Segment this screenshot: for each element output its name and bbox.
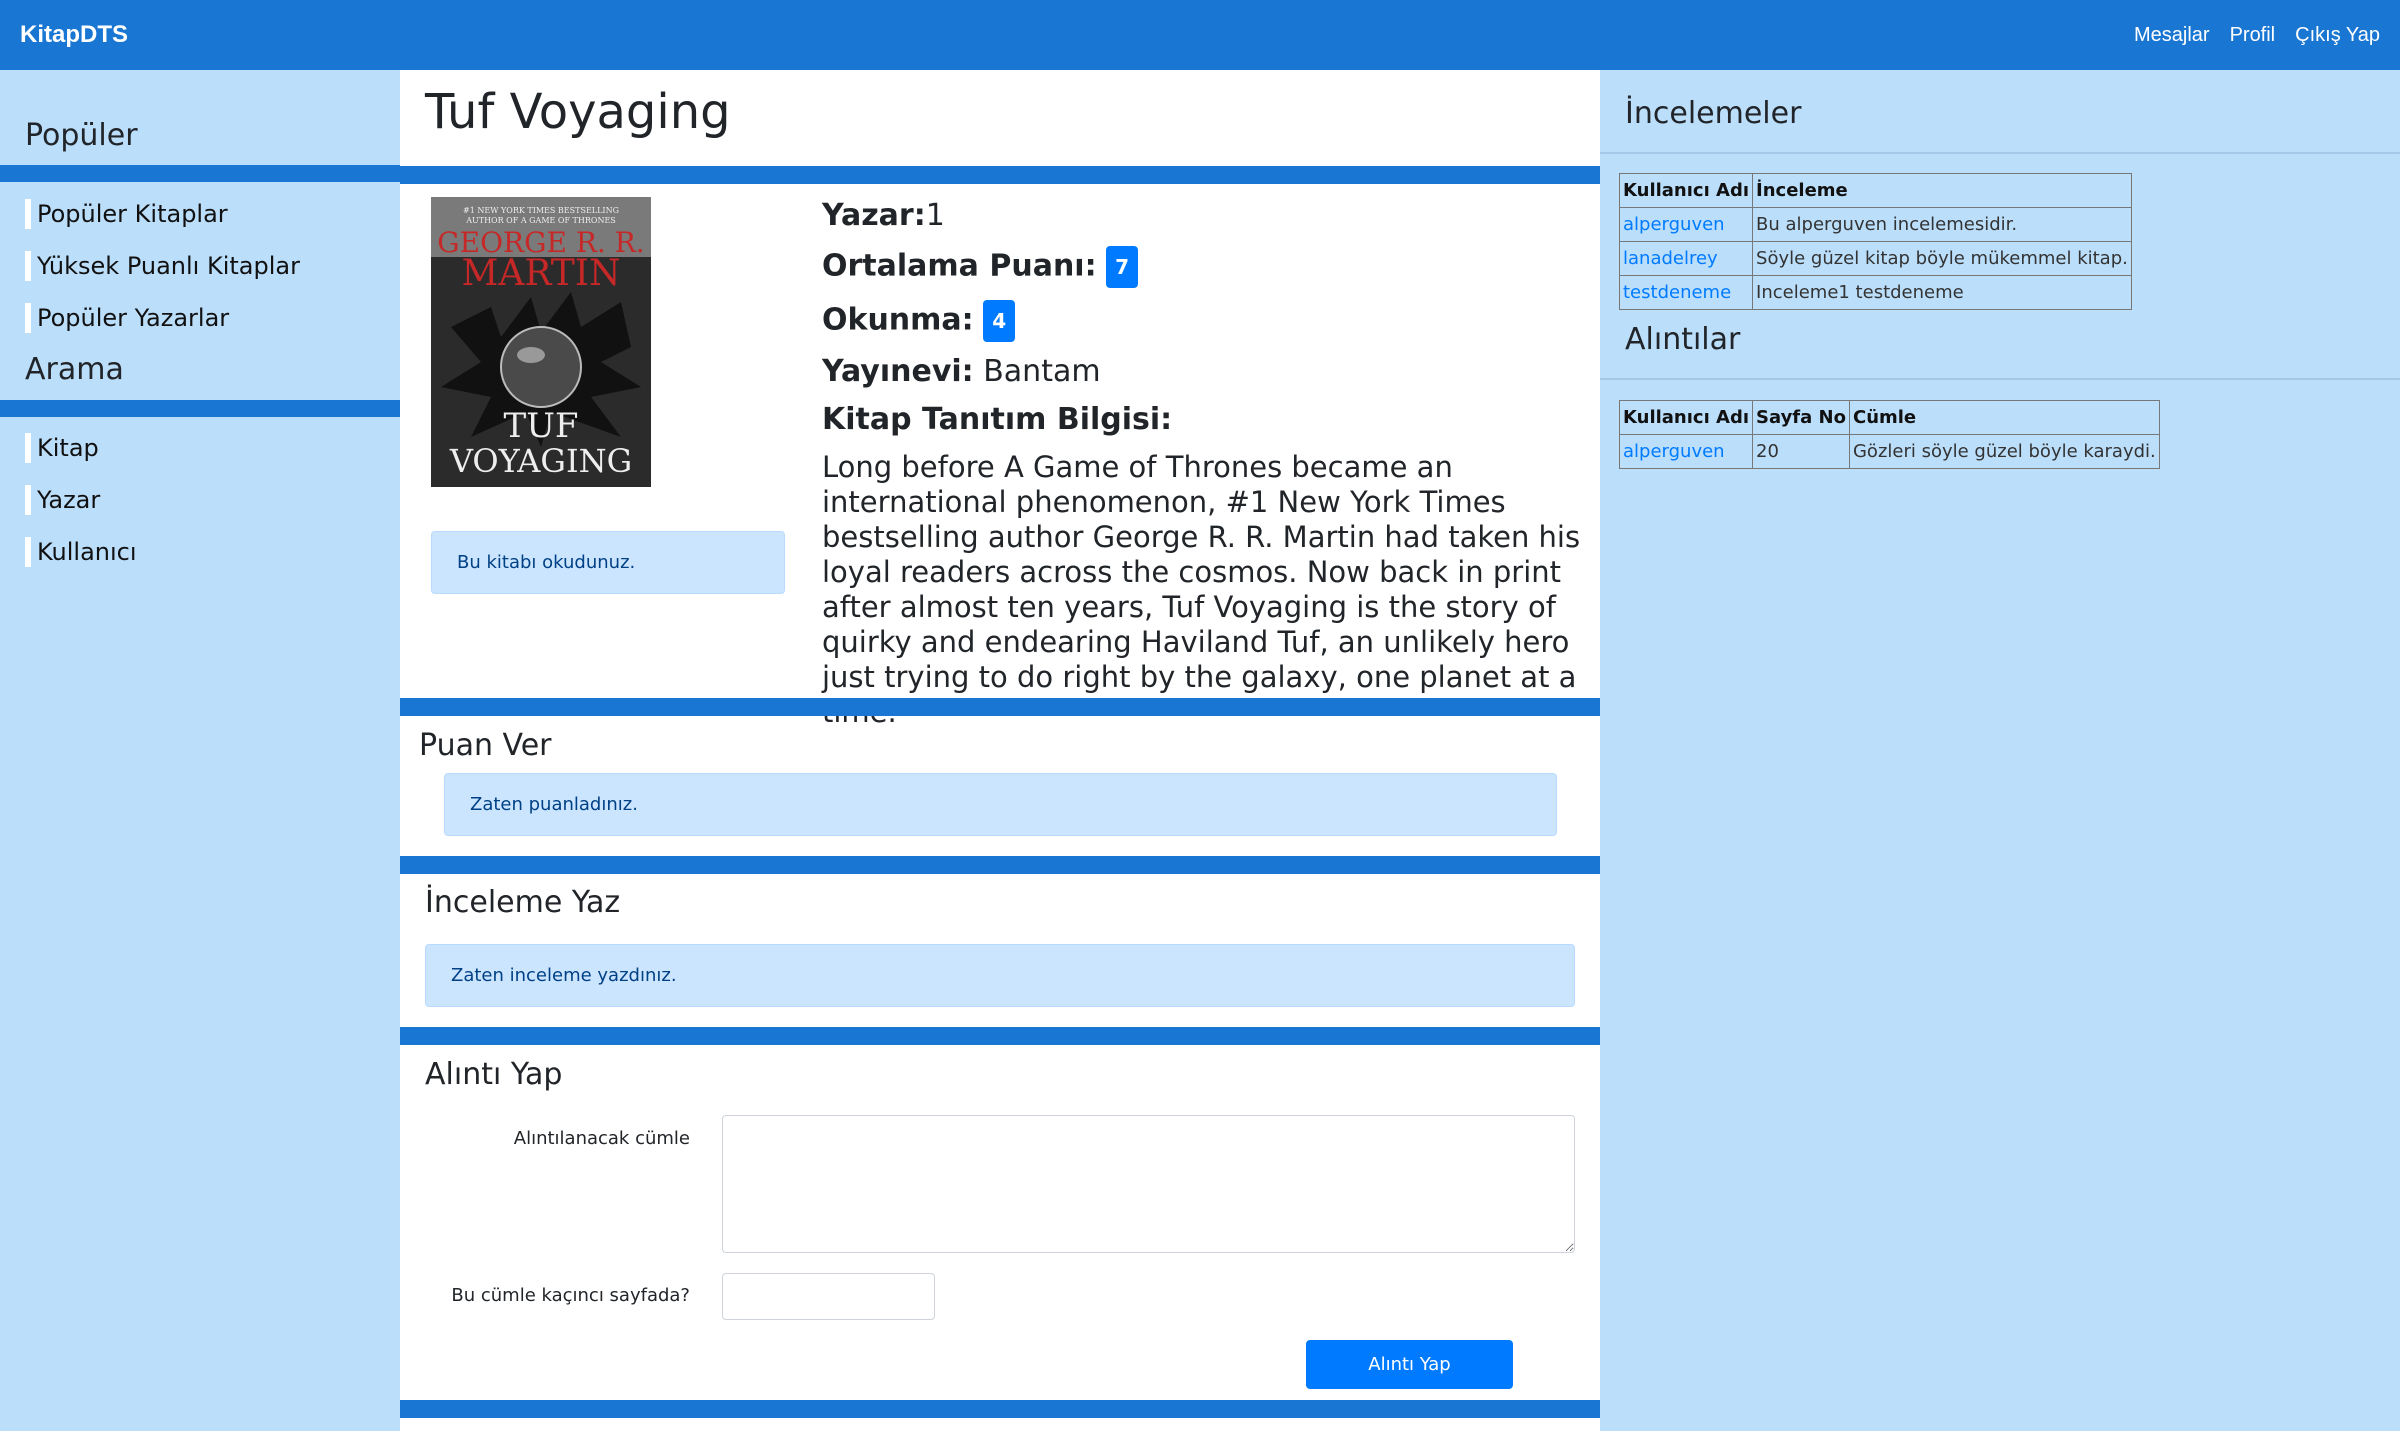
column-header: Sayfa No — [1752, 400, 1850, 435]
table-row: lanadelrey Söyle güzel kitap böyle mükem… — [1618, 241, 2132, 276]
rating-label: Ortalama Puanı: — [822, 248, 1097, 284]
sidebar-item-search-book[interactable]: Kitap — [0, 422, 400, 474]
section-divider — [400, 698, 1600, 716]
column-header: Cümle — [1848, 400, 2160, 435]
item-marker — [25, 199, 31, 229]
column-header: Kullanıcı Adı — [1618, 173, 1754, 208]
read-count-row: Okunma: 4 — [822, 300, 1582, 342]
section-divider — [400, 1400, 1600, 1418]
search-heading: Arama — [25, 352, 124, 387]
heading-divider — [1600, 378, 2400, 380]
navbar: KitapDTS Mesajlar Profil Çıkış Yap — [0, 0, 2400, 70]
page-number-cell: 20 — [1752, 434, 1850, 469]
svg-text:TUF: TUF — [504, 406, 579, 446]
sidebar-item-label: Kitap — [37, 434, 99, 462]
book-cover-image: #1 NEW YORK TIMES BESTSELLING AUTHOR OF … — [431, 197, 651, 487]
sidebar-item-search-author[interactable]: Yazar — [0, 474, 400, 526]
item-marker — [25, 485, 31, 515]
section-divider — [400, 1027, 1600, 1045]
svg-text:MARTIN: MARTIN — [461, 253, 620, 294]
page-number-label: Bu cümle kaçıncı sayfada? — [451, 1285, 690, 1306]
sidebar: Popüler Popüler Kitaplar Yüksek Puanlı K… — [0, 70, 400, 1431]
rate-heading: Puan Ver — [419, 728, 552, 763]
sidebar-item-search-user[interactable]: Kullanıcı — [0, 526, 400, 578]
review-text: Söyle güzel kitap böyle mükemmel kitap. — [1752, 241, 2132, 276]
book-description: Long before A Game of Thrones became an … — [822, 450, 1581, 729]
table-row: alperguven Bu alperguven incelemesidir. — [1618, 207, 2132, 242]
page-number-input[interactable] — [722, 1273, 935, 1320]
sidebar-item-popular-books[interactable]: Popüler Kitaplar — [0, 188, 400, 240]
rating-badge: 7 — [1106, 246, 1139, 288]
page-title: Tuf Voyaging — [425, 84, 731, 140]
column-header: İnceleme — [1752, 173, 2132, 208]
table-row: alperguven 20 Gözleri söyle güzel böyle … — [1618, 434, 2160, 469]
nav-profile-link[interactable]: Profil — [2230, 24, 2276, 47]
table-header-row: Kullanıcı Adı Sayfa No Cümle — [1618, 400, 2160, 435]
sidebar-item-popular-authors[interactable]: Popüler Yazarlar — [0, 292, 400, 344]
brand-logo[interactable]: KitapDTS — [20, 21, 128, 49]
svg-text:VOYAGING: VOYAGING — [449, 442, 632, 480]
username-link[interactable]: alperguven — [1618, 434, 1754, 469]
sidebar-item-label: Yüksek Puanlı Kitaplar — [37, 252, 300, 280]
sidebar-item-top-rated-books[interactable]: Yüksek Puanlı Kitaplar — [0, 240, 400, 292]
item-marker — [25, 537, 31, 567]
book-info: Yazar:1 Ortalama Puanı: 7 Okunma: 4 Yayı… — [822, 198, 1582, 730]
username-link[interactable]: lanadelrey — [1618, 241, 1754, 276]
read-status-alert: Bu kitabı okudunuz. — [431, 531, 785, 594]
reviews-table: Kullanıcı Adı İnceleme alperguven Bu alp… — [1618, 173, 2132, 310]
description-label: Kitap Tanıtım Bilgisi: — [822, 402, 1173, 437]
sidebar-item-label: Kullanıcı — [37, 538, 137, 566]
nav-logout-link[interactable]: Çıkış Yap — [2295, 24, 2380, 47]
sidebar-divider — [0, 400, 400, 417]
table-header-row: Kullanıcı Adı İnceleme — [1618, 173, 2132, 208]
publisher-value: Bantam — [983, 354, 1101, 389]
quote-sentence-textarea[interactable] — [722, 1115, 1575, 1253]
write-review-alert: Zaten inceleme yazdınız. — [425, 944, 1575, 1007]
item-marker — [25, 433, 31, 463]
author-row: Yazar:1 — [822, 198, 1582, 234]
quote-heading: Alıntı Yap — [425, 1057, 563, 1092]
rate-alert: Zaten puanladınız. — [444, 773, 1557, 836]
section-divider — [400, 166, 1600, 184]
svg-text:#1 NEW YORK TIMES BESTSELLING: #1 NEW YORK TIMES BESTSELLING — [463, 206, 619, 215]
sidebar-item-label: Popüler Yazarlar — [37, 304, 230, 332]
read-count-badge: 4 — [983, 300, 1016, 342]
quote-text: Gözleri söyle güzel böyle karaydi. — [1848, 434, 2160, 469]
username-link[interactable]: alperguven — [1618, 207, 1754, 242]
quote-submit-button[interactable]: Alıntı Yap — [1306, 1340, 1513, 1389]
quotes-table: Kullanıcı Adı Sayfa No Cümle alperguven … — [1618, 400, 2160, 469]
section-divider — [400, 856, 1600, 874]
publisher-row: Yayınevi: Bantam — [822, 354, 1582, 390]
review-text: Inceleme1 testdeneme — [1752, 275, 2132, 310]
nav-messages-link[interactable]: Mesajlar — [2134, 24, 2210, 47]
reviews-heading: İncelemeler — [1625, 96, 1802, 131]
publisher-label: Yayınevi: — [822, 354, 974, 389]
quotes-heading: Alıntılar — [1625, 322, 1741, 357]
column-header: Kullanıcı Adı — [1618, 400, 1754, 435]
sidebar-item-label: Popüler Kitaplar — [37, 200, 228, 228]
read-count-label: Okunma: — [822, 302, 974, 338]
right-panel: İncelemeler Kullanıcı Adı İnceleme alper… — [1600, 70, 2400, 1431]
author-value[interactable]: 1 — [926, 198, 945, 233]
write-review-heading: İnceleme Yaz — [425, 885, 621, 920]
review-text: Bu alperguven incelemesidir. — [1752, 207, 2132, 242]
svg-text:AUTHOR OF A GAME OF THRONES: AUTHOR OF A GAME OF THRONES — [465, 216, 616, 225]
rating-row: Ortalama Puanı: 7 — [822, 246, 1582, 288]
popular-heading: Popüler — [25, 118, 138, 153]
item-marker — [25, 303, 31, 333]
table-row: testdeneme Inceleme1 testdeneme — [1618, 275, 2132, 310]
sidebar-item-label: Yazar — [37, 486, 101, 514]
heading-divider — [1600, 152, 2400, 154]
nav-links: Mesajlar Profil Çıkış Yap — [2134, 24, 2380, 47]
item-marker — [25, 251, 31, 281]
main-content: Tuf Voyaging #1 NEW YORK TIMES BESTSELLI… — [400, 70, 1600, 1431]
sidebar-divider — [0, 165, 400, 182]
quote-sentence-label: Alıntılanacak cümle — [513, 1128, 690, 1149]
username-link[interactable]: testdeneme — [1618, 275, 1754, 310]
author-label: Yazar: — [822, 198, 926, 233]
